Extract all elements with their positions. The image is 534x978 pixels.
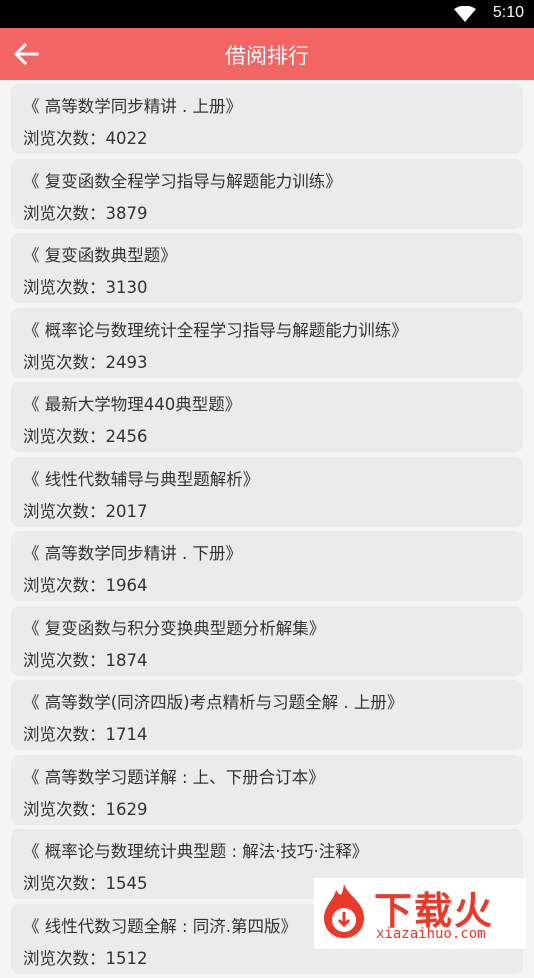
book-list-item[interactable]: 《 复变函数全程学习指导与解题能力训练》 浏览次数：3879 [11,158,523,229]
view-count-label: 浏览次数： [23,278,106,297]
book-list-item[interactable]: 《 高等数学同步精讲 . 下册》 浏览次数：1964 [11,531,523,601]
book-title: 《 最新大学物理440典型题》 [23,395,242,414]
view-count-label: 浏览次数： [23,501,106,521]
view-count-row: 浏览次数：1874 [23,647,148,671]
view-count-value: 2456 [105,427,148,446]
view-count-label: 浏览次数： [23,576,106,595]
book-list-item[interactable]: 《 最新大学物理440典型题》 浏览次数：2456 [11,382,523,452]
book-title: 《 复变函数与积分变换典型题分析解集》 [23,618,326,638]
book-list-item[interactable]: 《 复变函数典型题》 浏览次数：3130 [11,233,523,303]
book-title: 《 高等数学(同济四版)考点精析与习题全解 . 上册》 [23,693,404,712]
view-count-row: 浏览次数：1545 [23,870,148,894]
book-title: 《 高等数学习题详解 : 上、下册合订本》 [23,767,325,787]
book-title: 《 概率论与数理统计全程学习指导与解题能力训练》 [23,320,408,340]
view-count-row: 浏览次数：1964 [23,572,148,596]
view-count-label: 浏览次数： [23,427,106,446]
view-count-value: 3879 [105,203,148,223]
view-count-label: 浏览次数： [23,650,106,670]
view-count-value: 3130 [105,278,148,297]
view-count-value: 1545 [105,874,148,893]
watermark-url: xiazaihuo.com [376,926,486,942]
flame-logo-icon [324,884,364,938]
book-title: 《 线性代数辅导与典型题解析》 [23,469,260,489]
book-list-item[interactable]: 《 高等数学(同济四版)考点精析与习题全解 . 上册》 浏览次数：1714 [11,680,523,750]
book-list-item[interactable]: 《 线性代数辅导与典型题解析》 浏览次数：2017 [11,456,523,527]
status-bar: 5:10 [0,0,534,28]
book-title: 《 高等数学同步精讲 . 上册》 [23,97,242,116]
view-count-value: 1629 [105,799,148,819]
view-count-label: 浏览次数： [23,874,106,893]
view-count-label: 浏览次数： [23,799,106,819]
view-count-row: 浏览次数：2493 [23,349,148,373]
wifi-icon [454,6,476,22]
view-count-row: 浏览次数：2017 [23,498,148,522]
view-count-value: 1964 [105,576,148,595]
book-title: 《 线性代数习题全解 : 同济.第四版》 [23,916,298,936]
view-count-value: 1714 [105,725,148,744]
view-count-label: 浏览次数： [23,203,106,223]
book-list: 《 高等数学同步精讲 . 上册》 浏览次数：4022 《 复变函数全程学习指导与解题… [11,84,523,978]
view-count-label: 浏览次数： [23,948,106,968]
page-title: 借阅排行 [225,44,309,68]
view-count-label: 浏览次数： [23,129,106,148]
watermark: 下载火 xiazaihuo.com [314,878,526,949]
book-list-item[interactable]: 《 复变函数与积分变换典型题分析解集》 浏览次数：1874 [11,605,523,676]
book-title: 《 复变函数典型题》 [23,246,177,265]
app-bar: 借阅排行 [0,28,534,80]
view-count-row: 浏览次数：1512 [23,945,148,969]
view-count-row: 浏览次数：4022 [23,125,148,149]
view-count-value: 2017 [105,501,148,521]
book-list-item[interactable]: 《 高等数学同步精讲 . 上册》 浏览次数：4022 [11,84,523,154]
book-title: 《 高等数学同步精讲 . 下册》 [23,544,242,563]
view-count-row: 浏览次数：3130 [23,274,148,298]
book-title: 《 复变函数全程学习指导与解题能力训练》 [23,171,342,191]
view-count-value: 4022 [105,129,148,148]
book-list-item[interactable]: 《 高等数学习题详解 : 上、下册合订本》 浏览次数：1629 [11,754,523,825]
view-count-row: 浏览次数：1629 [23,796,148,820]
view-count-label: 浏览次数： [23,725,106,744]
view-count-row: 浏览次数：1714 [23,721,148,745]
book-list-item[interactable]: 《 概率论与数理统计全程学习指导与解题能力训练》 浏览次数：2493 [11,307,523,378]
view-count-row: 浏览次数：3879 [23,200,148,224]
status-time: 5:10 [492,4,524,21]
book-title: 《 概率论与数理统计典型题 : 解法·技巧·注释》 [23,842,369,861]
view-count-value: 2493 [105,352,148,372]
view-count-label: 浏览次数： [23,352,106,372]
view-count-value: 1512 [105,948,148,968]
view-count-row: 浏览次数：2456 [23,423,148,447]
view-count-value: 1874 [105,650,148,670]
